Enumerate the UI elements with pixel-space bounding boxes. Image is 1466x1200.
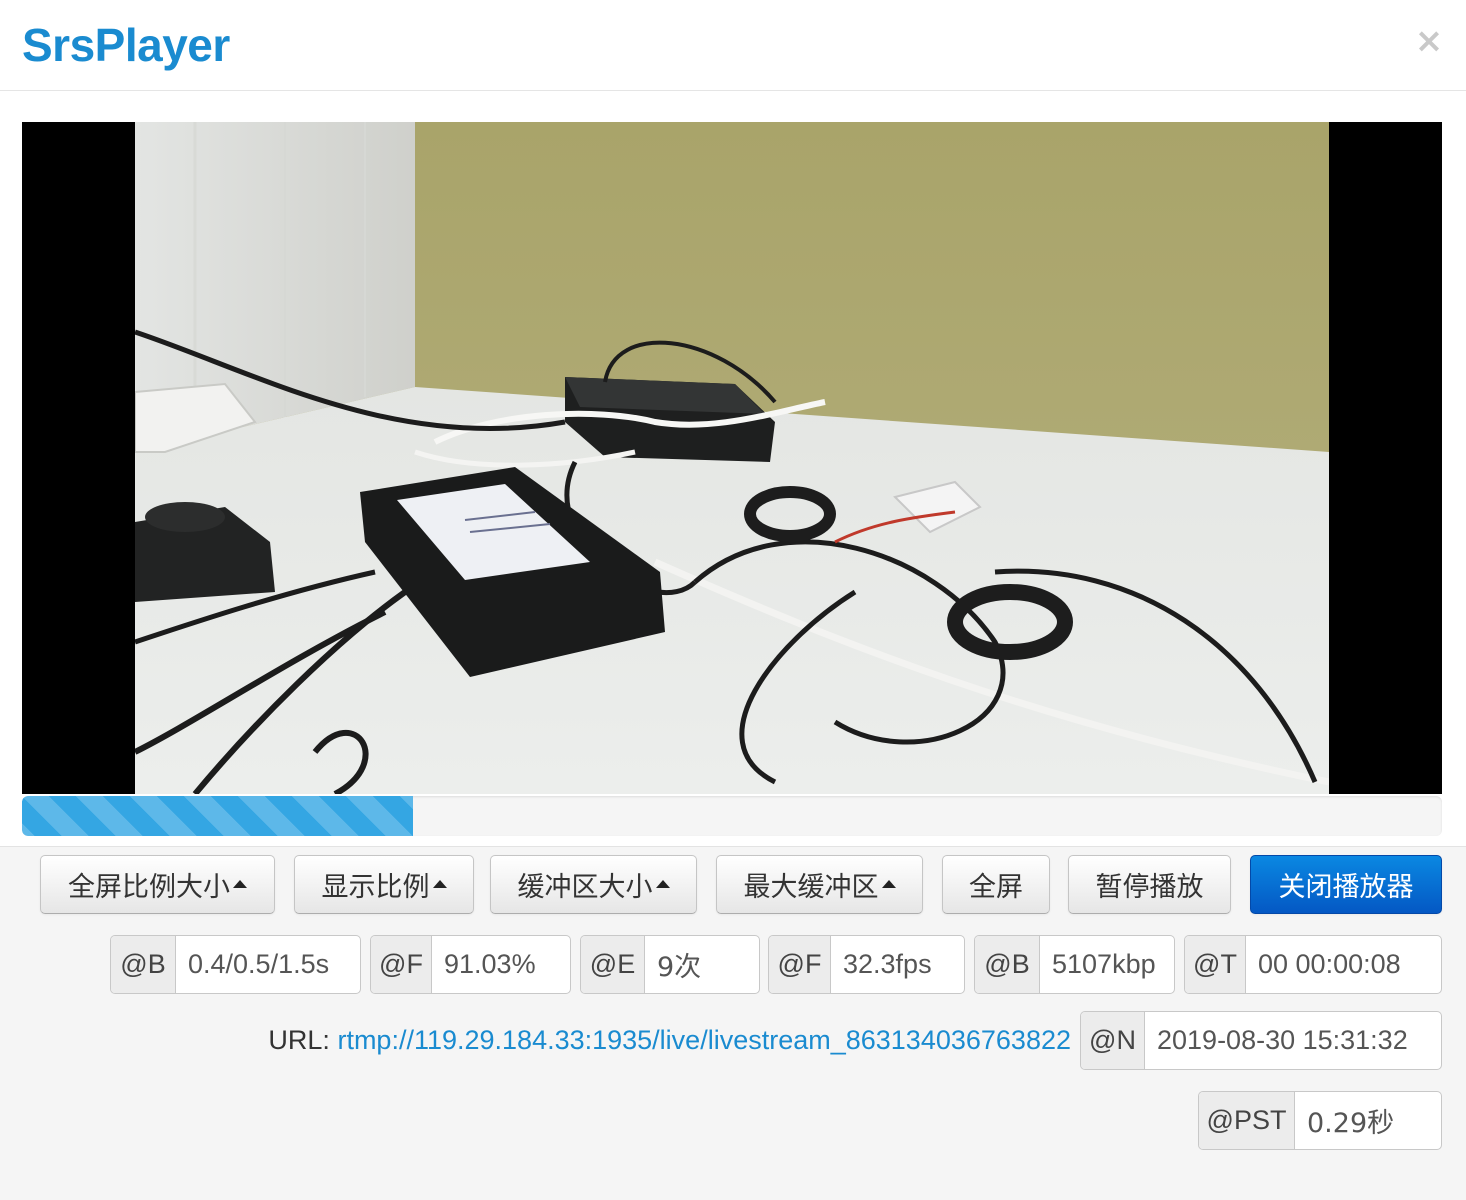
stat-buffer-time: @B 0.4/0.5/1.5s: [110, 935, 361, 994]
fullscreen-button[interactable]: 全屏: [942, 855, 1050, 914]
srs-player-dialog: SrsPlayer × 全屏比例大小 显示比例 缓冲区大小 最大缓冲区 全屏 暂…: [0, 0, 1466, 1200]
caret-up-icon: [233, 879, 247, 888]
player-controls: 全屏比例大小 显示比例 缓冲区大小 最大缓冲区 全屏 暂停播放 关闭播放器 @B…: [0, 846, 1466, 1200]
pause-label: 暂停播放: [1095, 872, 1204, 903]
close-player-label: 关闭播放器: [1278, 872, 1414, 903]
max-buffer-label: 最大缓冲区: [743, 872, 879, 903]
buffer-progress: [22, 796, 1442, 836]
stat-label: @E: [581, 936, 645, 993]
stat-fill-ratio: @F 91.03%: [370, 935, 571, 994]
stat-label: @T: [1185, 936, 1246, 993]
max-buffer-button[interactable]: 最大缓冲区: [716, 855, 923, 914]
stat-label: @B: [975, 936, 1040, 993]
stat-value: 91.03%: [444, 949, 536, 979]
close-player-button[interactable]: 关闭播放器: [1250, 855, 1442, 914]
url-label: URL:: [268, 1025, 330, 1055]
stat-empty-count: @E 9次: [580, 935, 760, 994]
caret-up-icon: [881, 879, 896, 888]
stat-fps: @F 32.3fps: [768, 935, 965, 994]
caret-up-icon: [432, 879, 447, 888]
buffer-progress-bar: [22, 796, 413, 836]
fullscreen-label: 全屏: [969, 872, 1023, 903]
pause-button[interactable]: 暂停播放: [1068, 855, 1231, 914]
stat-bitrate: @B 5107kbp: [974, 935, 1175, 994]
close-icon[interactable]: ×: [1414, 24, 1444, 58]
stat-label: @B: [111, 936, 176, 993]
stream-url-link[interactable]: rtmp://119.29.184.33:1935/live/livestrea…: [337, 1025, 1071, 1055]
caret-up-icon: [655, 879, 670, 888]
stream-url: URL: rtmp://119.29.184.33:1935/live/live…: [268, 1025, 1071, 1056]
stat-value: 32.3fps: [843, 949, 932, 979]
fullscreen-ratio-button[interactable]: 全屏比例大小: [40, 855, 275, 914]
stat-label: @F: [769, 936, 831, 993]
buffer-size-label: 缓冲区大小: [517, 872, 653, 903]
stat-value: 2019-08-30 15:31:32: [1157, 1025, 1408, 1055]
stat-time: @T 00 00:00:08: [1184, 935, 1442, 994]
video-frame: [135, 122, 1329, 794]
display-ratio-button[interactable]: 显示比例: [294, 855, 474, 914]
stat-value: 0.4/0.5/1.5s: [188, 949, 330, 979]
dialog-header: SrsPlayer ×: [0, 0, 1466, 91]
stat-value: 0.29秒: [1307, 1108, 1395, 1139]
stat-value: 9次: [657, 952, 702, 983]
stat-value: 00 00:00:08: [1258, 949, 1401, 979]
stat-label: @PST: [1199, 1092, 1295, 1149]
dialog-title: SrsPlayer: [22, 19, 230, 71]
stat-now-time: @N 2019-08-30 15:31:32: [1080, 1011, 1442, 1070]
stat-value: 5107kbp: [1052, 949, 1156, 979]
fullscreen-ratio-label: 全屏比例大小: [68, 872, 230, 903]
stat-label: @N: [1081, 1012, 1145, 1069]
video-player[interactable]: [22, 122, 1442, 794]
display-ratio-label: 显示比例: [321, 872, 430, 903]
video-scene-image: [135, 122, 1329, 794]
stat-pst: @PST 0.29秒: [1198, 1091, 1442, 1150]
buffer-size-button[interactable]: 缓冲区大小: [490, 855, 697, 914]
stat-label: @F: [371, 936, 432, 993]
